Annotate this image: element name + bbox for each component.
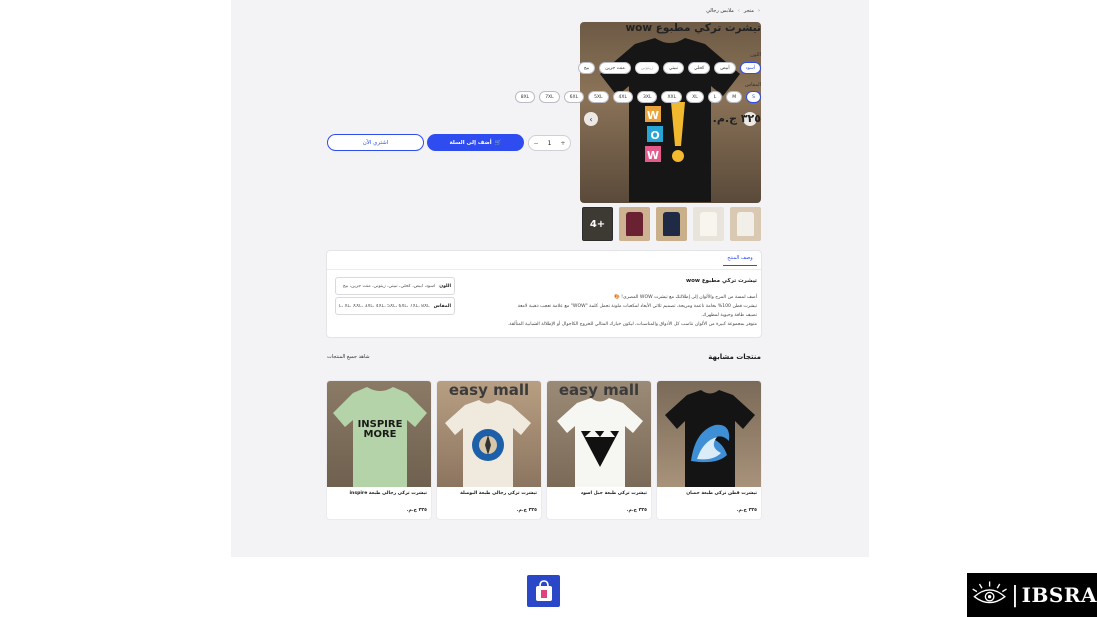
eye-logo-icon	[972, 581, 1007, 604]
size-label: المقاس	[745, 82, 761, 88]
description-card: وصف المنتج تيشرت تركي مطبوع wow أضف لمسة…	[326, 250, 762, 338]
size-option[interactable]: L	[707, 91, 723, 103]
size-option[interactable]: M	[726, 91, 743, 103]
qty-plus-button[interactable]: +	[560, 140, 565, 147]
breadcrumb-home-link[interactable]: متجر	[744, 8, 754, 14]
store-logo[interactable]	[527, 575, 560, 607]
description-line: تيشرت قطن 100% بخامة ناعمة ومريحة، تصميم…	[517, 304, 757, 309]
print-letter-2: O	[650, 129, 659, 142]
color-option[interactable]: كحلي	[687, 62, 711, 74]
size-option[interactable]: S	[746, 91, 761, 103]
size-option[interactable]: 8XL	[514, 91, 536, 103]
spec-size-key: المقاس	[433, 303, 451, 309]
size-options: S M L XL XXL 3XL 4XL 5XL 6XL 7XL 8XL	[514, 91, 761, 103]
prev-image-arrow-icon[interactable]: ‹	[584, 112, 598, 126]
product-card[interactable]: easy mall تيشرت تركي طبعة جبل اسود ٣٢٥ ج…	[546, 380, 652, 520]
qty-minus-button[interactable]: −	[534, 140, 539, 147]
product-card-name: تيشرت قطن تركي طبعة حصان	[686, 491, 757, 496]
product-card-price: ٣٢٥ ج.م.	[736, 508, 757, 513]
product-card[interactable]: easy mall تيشرت تركي رجالي طبعة البوصلة …	[436, 380, 542, 520]
divider	[327, 269, 761, 270]
inspire-print-line2: MORE	[364, 429, 397, 440]
brand-logo: easy mall	[448, 381, 530, 399]
description-title: تيشرت تركي مطبوع wow	[685, 278, 757, 284]
breadcrumb: ‹ متجر › ملابس رجالي	[680, 6, 760, 16]
similar-products-title: منتجات مشابهة	[708, 353, 761, 361]
color-option[interactable]: أبيض	[714, 62, 736, 74]
breadcrumb-back-icon[interactable]: ‹	[758, 8, 760, 14]
print-letter-3: W	[647, 149, 659, 162]
product-card-image: easy mall	[437, 381, 541, 487]
product-card[interactable]: تيشرت قطن تركي طبعة حصان ٣٢٥ ج.م.	[656, 380, 762, 520]
product-card-price: ٣٢٥ ج.م.	[406, 508, 427, 513]
product-card-image: INSPIRE MORE	[327, 381, 431, 487]
watermark: | IBSRA	[967, 573, 1097, 617]
tshirt-inspire-image: INSPIRE MORE	[333, 387, 427, 487]
print-letter-1: W	[647, 109, 659, 122]
product-card-price: ٣٢٥ ج.م.	[516, 508, 537, 513]
thumbnail-more[interactable]: 4+	[582, 207, 613, 241]
description-line: أضف لمسة من المرح والألوان إلى إطلالتك م…	[613, 295, 757, 300]
thumbnail-1[interactable]	[730, 207, 761, 241]
color-label: اللون	[750, 52, 761, 58]
quantity-stepper: − 1 +	[528, 135, 571, 151]
thumbnail-2[interactable]	[693, 207, 724, 241]
cart-icon: 🛒	[494, 139, 502, 146]
spec-size: المقاس S، M، L، XL، XXL، 3XL، 4XL، 5XL، …	[335, 297, 455, 315]
spec-size-value: S، M، L، XL، XXL، 3XL، 4XL، 5XL، 6XL، 7X…	[339, 303, 430, 309]
watermark-text: IBSRA	[1021, 583, 1097, 607]
thumbnail-4[interactable]	[619, 207, 650, 241]
description-line: تضيف طاقة وحيوية لمظهرك.	[701, 313, 757, 318]
size-option[interactable]: XL	[686, 91, 704, 103]
size-option[interactable]: 6XL	[563, 91, 585, 103]
breadcrumb-category-link[interactable]: ملابس رجالي	[706, 8, 734, 14]
color-option[interactable]: أسود	[739, 62, 761, 74]
size-option[interactable]: 7XL	[539, 91, 560, 103]
product-card-price: ٣٢٥ ج.م.	[626, 508, 647, 513]
thumbnail-3[interactable]	[656, 207, 687, 241]
product-card-name: تيشرت تركي طبعة جبل اسود	[580, 491, 647, 496]
product-card-name: تيشرت تركي رجالي طبعة inspire	[349, 491, 427, 496]
footer-links	[420, 612, 680, 617]
size-option[interactable]: XXL	[661, 91, 683, 103]
tshirt-wave-image	[665, 390, 755, 487]
add-to-cart-label: أضف إلى السلة	[449, 139, 492, 146]
size-option[interactable]: 4XL	[612, 91, 633, 103]
size-option[interactable]: 5XL	[588, 91, 609, 103]
product-card-image: easy mall	[547, 381, 651, 487]
add-to-cart-button[interactable]: 🛒 أضف إلى السلة	[427, 134, 524, 151]
spec-color-key: اللون	[439, 283, 451, 289]
tab-description[interactable]: وصف المنتج	[723, 255, 757, 266]
description-text: أضف لمسة من المرح والألوان إلى إطلالتك م…	[467, 293, 757, 329]
qty-value[interactable]: 1	[548, 140, 552, 147]
color-option[interactable]: منت جرين	[599, 62, 631, 74]
color-option[interactable]: زيتوني	[634, 62, 659, 74]
buy-now-button[interactable]: اشتري الآن	[327, 134, 424, 151]
spec-color-value: أسود، أبيض، كحلي، نبيتي، زيتوني، منت جري…	[342, 283, 436, 289]
shopping-bag-icon	[535, 580, 552, 601]
product-price: ٣٢٥ ج.م.	[712, 112, 761, 125]
color-option[interactable]: بيج	[577, 62, 596, 74]
brand-logo: easy mall	[558, 381, 640, 399]
see-all-products-link[interactable]: شاهد جميع المنتجات	[327, 354, 370, 360]
product-card-image	[657, 381, 761, 487]
size-option[interactable]: 3XL	[637, 91, 658, 103]
thumbnail-strip: 4+	[580, 207, 761, 241]
description-line: متوفر بمجموعة كبيرة من الألوان تناسب كل …	[507, 322, 757, 327]
breadcrumb-separator-icon: ›	[737, 8, 740, 14]
product-title: تيشرت تركي مطبوع wow	[625, 22, 761, 34]
color-options: أسود أبيض كحلي نبيتي زيتوني منت جرين بيج	[577, 62, 761, 74]
color-option[interactable]: نبيتي	[662, 62, 684, 74]
product-card[interactable]: INSPIRE MORE تيشرت تركي رجالي طبعة inspi…	[326, 380, 432, 520]
spec-color: اللون أسود، أبيض، كحلي، نبيتي، زيتوني، م…	[335, 277, 455, 295]
product-card-name: تيشرت تركي رجالي طبعة البوصلة	[460, 491, 537, 496]
similar-products-list: تيشرت قطن تركي طبعة حصان ٣٢٥ ج.م. easy m…	[326, 380, 762, 520]
